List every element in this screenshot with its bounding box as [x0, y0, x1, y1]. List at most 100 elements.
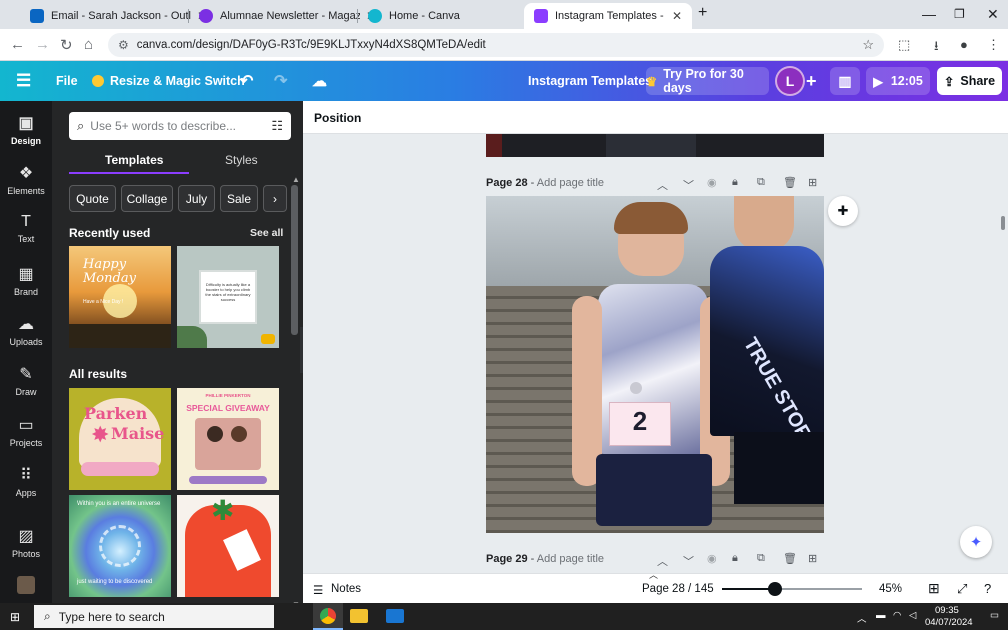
tab-templates[interactable]: Templates	[105, 153, 163, 167]
page-chevron-down-icon[interactable]: ﹀	[683, 553, 694, 569]
rail-item-brand[interactable]: ▦ Brand	[0, 264, 52, 297]
new-tab-button[interactable]: +	[698, 4, 707, 22]
bookmark-star-icon[interactable]: ☆	[862, 37, 874, 53]
tray-chevron-icon[interactable]: ︿	[857, 611, 867, 625]
taskbar-time[interactable]: 09:35	[935, 605, 959, 616]
lock-page-icon[interactable]: 🔒︎	[732, 176, 738, 189]
profile-icon[interactable]: ●	[960, 37, 968, 52]
panel-scrollbar[interactable]	[291, 185, 298, 335]
fullscreen-icon[interactable]: ⤢	[957, 581, 967, 597]
recent-photo-thumb[interactable]	[17, 576, 35, 594]
chip-july[interactable]: July	[178, 185, 215, 212]
back-icon[interactable]: ←	[10, 36, 25, 53]
insights-icon[interactable]: ▥	[830, 67, 860, 95]
share-button[interactable]: ⇪ Share	[937, 67, 1002, 95]
template-thumb-quote[interactable]: Difficulty is actually like a booster to…	[177, 246, 279, 348]
wifi-icon[interactable]: ◠	[893, 610, 901, 621]
reload-icon[interactable]: ↻	[60, 36, 73, 54]
filter-icon[interactable]: ☷	[271, 118, 283, 134]
close-icon[interactable]: ✕	[672, 9, 682, 23]
template-thumb-universe[interactable]: Within you is an entire universe just wa…	[69, 495, 171, 597]
browser-tab-instagram[interactable]: Instagram Templates - Instagram ✕	[524, 3, 692, 29]
rail-item-projects[interactable]: ▭ Projects	[0, 415, 52, 448]
resize-magic-switch-button[interactable]: Resize & Magic Switch	[92, 61, 245, 101]
hide-page-icon[interactable]: ◉	[707, 176, 717, 189]
hamburger-icon[interactable]: ☰	[16, 61, 31, 101]
chrome-taskbar-icon[interactable]	[313, 603, 343, 630]
windows-start-icon[interactable]: ⊞	[10, 610, 20, 624]
page-27-bottom[interactable]	[486, 134, 824, 157]
rail-item-text[interactable]: T Text	[0, 213, 52, 244]
restore-icon[interactable]: ❐	[954, 7, 965, 21]
delete-page-icon[interactable]: 🗑︎	[783, 552, 797, 565]
zoom-level[interactable]: 45%	[879, 583, 902, 595]
template-thumb-parken-maise[interactable]: Parken Maise ✸	[69, 388, 171, 490]
add-page-title-field[interactable]: Add page title	[537, 177, 604, 189]
position-button[interactable]: Position	[314, 111, 361, 125]
tab-styles[interactable]: Styles	[225, 153, 258, 167]
zoom-slider-handle[interactable]	[768, 582, 783, 596]
search-input[interactable]	[90, 119, 251, 133]
download-icon[interactable]: ⭳	[934, 37, 939, 59]
hide-page-icon[interactable]: ◉	[707, 552, 717, 565]
cloud-saved-icon[interactable]: ☁	[312, 61, 327, 101]
chip-quote[interactable]: Quote	[69, 185, 116, 212]
lock-page-icon[interactable]: 🔒︎	[732, 552, 738, 565]
taskbar-date[interactable]: 04/07/2024	[925, 617, 973, 628]
add-comment-icon[interactable]: ✚	[828, 196, 858, 226]
template-thumb-giveaway[interactable]: PHILLIE PINKERTON SPECIAL GIVEAWAY	[177, 388, 279, 490]
template-search-box[interactable]: ⌕ ☷	[69, 112, 291, 140]
chip-collage[interactable]: Collage	[121, 185, 173, 212]
rail-item-draw[interactable]: ✎ Draw	[0, 364, 52, 397]
taskbar-search-box[interactable]: ⌕ Type here to search	[34, 605, 274, 628]
template-thumb-red-flower[interactable]: ✱	[177, 495, 279, 597]
notes-button[interactable]: Notes	[331, 583, 361, 595]
avatar[interactable]: L	[775, 66, 805, 96]
duplicate-page-icon[interactable]: ⧉	[757, 176, 765, 189]
add-people-icon[interactable]: +	[806, 61, 817, 101]
see-all-link[interactable]: See all	[250, 227, 283, 239]
duplicate-page-icon[interactable]: ⧉	[757, 552, 765, 565]
file-explorer-icon[interactable]	[350, 609, 368, 623]
browser-menu-icon[interactable]: ⋮	[987, 37, 1000, 53]
page-28-photo[interactable]: 2 TRUE STORY	[486, 196, 824, 533]
scroll-up-icon[interactable]: ▲	[292, 175, 300, 184]
notes-icon[interactable]: ☰	[313, 583, 323, 597]
url-bar[interactable]: ⚙ canva.com/design/DAF0yG-R3Tc/9E9KLJTxx…	[108, 33, 884, 57]
chip-sale[interactable]: Sale	[220, 185, 258, 212]
template-thumb-happy-monday[interactable]: Happy Monday Have a Nice Day !	[69, 246, 171, 348]
page-chevron-down-icon[interactable]: ﹀	[683, 177, 694, 193]
rail-item-design[interactable]: ▣ Design	[0, 113, 52, 146]
redo-icon[interactable]: ↷	[274, 61, 287, 101]
add-page-title-field[interactable]: Add page title	[537, 553, 604, 565]
home-icon[interactable]: ⌂	[84, 36, 93, 53]
chips-scroll-right-icon[interactable]: ›	[263, 185, 287, 212]
page-chevron-up-icon[interactable]: ︿	[657, 177, 668, 193]
volume-icon[interactable]: ◁	[909, 610, 916, 621]
add-page-icon[interactable]: ⊞	[808, 552, 817, 565]
outlook-taskbar-icon[interactable]	[386, 609, 404, 623]
present-timer-button[interactable]: ▶ 12:05	[866, 67, 930, 95]
page-indicator[interactable]: Page 28 / 145	[642, 583, 714, 595]
page-thumbnails-toggle-icon[interactable]: ︿	[649, 568, 658, 581]
delete-page-icon[interactable]: 🗑︎	[783, 176, 797, 189]
rail-item-apps[interactable]: ⠿ Apps	[0, 465, 52, 498]
grid-view-icon[interactable]: ⊞	[928, 580, 940, 597]
undo-icon[interactable]: ↶	[240, 61, 253, 101]
close-window-icon[interactable]: ✕	[987, 6, 999, 23]
magic-assistant-icon[interactable]: ✦	[960, 526, 992, 558]
network-icon[interactable]: ▬	[876, 610, 886, 621]
page-chevron-up-icon[interactable]: ︿	[657, 553, 668, 569]
rail-item-photos[interactable]: ▨ Photos	[0, 526, 52, 559]
notifications-icon[interactable]: ▭	[990, 610, 999, 621]
zoom-slider[interactable]	[722, 582, 862, 596]
extensions-icon[interactable]: ⬚	[898, 37, 910, 53]
try-pro-button[interactable]: ♛ Try Pro for 30 days	[646, 67, 769, 95]
forward-icon[interactable]: →	[35, 36, 50, 53]
minimize-icon[interactable]: —	[922, 6, 936, 22]
rail-item-uploads[interactable]: ☁ Uploads	[0, 314, 52, 347]
canvas-scrollbar[interactable]	[1001, 216, 1005, 230]
help-icon[interactable]: ?	[984, 581, 991, 596]
rail-item-elements[interactable]: ❖ Elements	[0, 163, 52, 196]
add-page-icon[interactable]: ⊞	[808, 176, 817, 189]
